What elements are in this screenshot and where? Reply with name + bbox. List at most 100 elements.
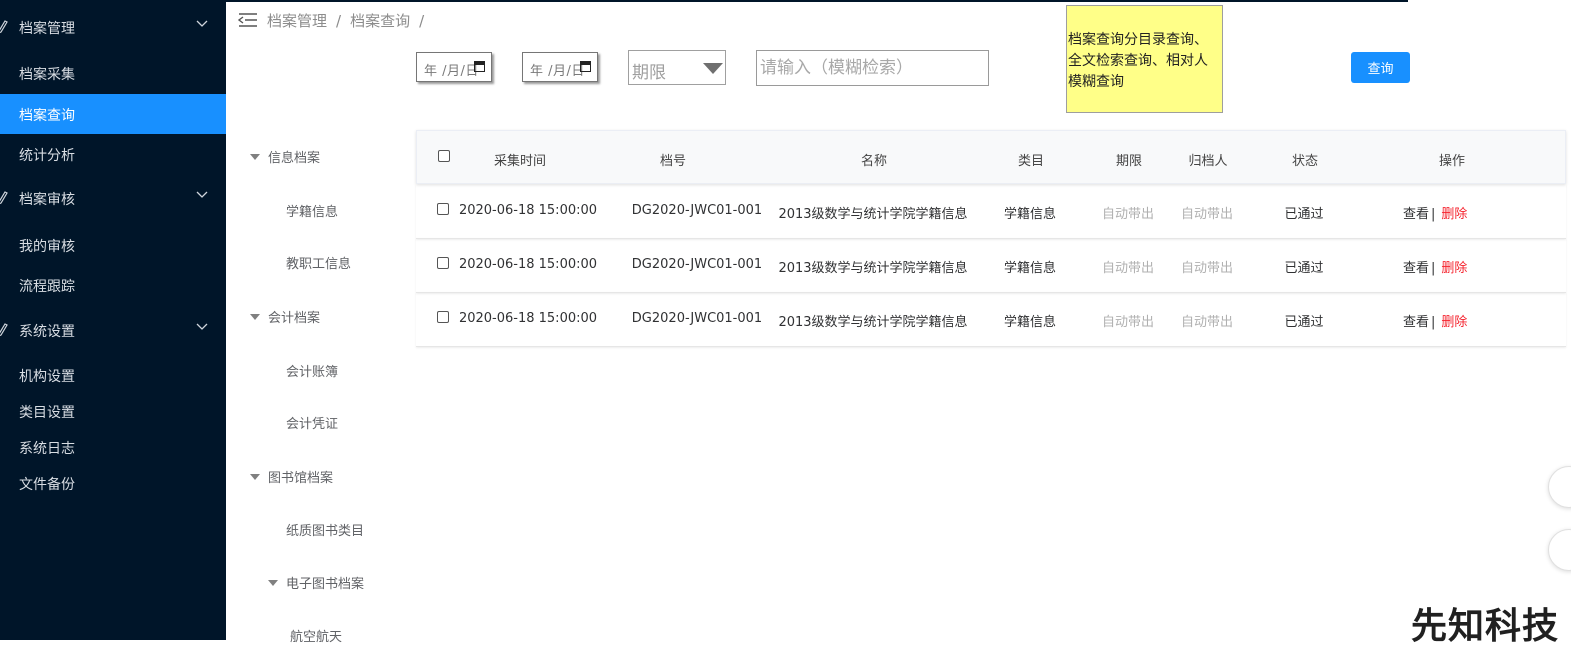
category: 学籍信息	[1003, 207, 1057, 222]
period: 自动带出	[1101, 315, 1155, 330]
view-link[interactable]: 查看	[1403, 207, 1429, 222]
view-link[interactable]: 查看	[1403, 315, 1429, 330]
table-row: 2020-06-18 15:00:00 DG2020-JWC01-001 201…	[416, 238, 1566, 293]
collect-time: 2020-06-18 15:00:00	[458, 311, 598, 326]
column-header: 状态	[1291, 154, 1319, 169]
archiver: 自动带出	[1180, 261, 1234, 276]
action-separator: |	[1431, 207, 1436, 222]
sidebar-item-process-tracking[interactable]: 流程跟踪	[0, 265, 226, 305]
row-actions: 查看 | 删除	[1403, 257, 1467, 276]
caret-down-icon[interactable]	[268, 580, 278, 586]
menu-fold-icon[interactable]	[237, 12, 258, 28]
collect-time: 2020-06-18 15:00:00	[458, 257, 598, 272]
row-checkbox[interactable]	[437, 257, 449, 269]
delete-link[interactable]: 删除	[1441, 207, 1467, 222]
status: 已通过	[1284, 261, 1324, 276]
sidebar: 档案管理 档案采集 档案查询 统计分析 档案审核 我的审核 流程跟踪 系统设置 …	[0, 0, 226, 640]
tree-node-info-archive[interactable]: 信息档案	[250, 147, 320, 166]
tree-node-ebook-archive[interactable]: 电子图书档案	[268, 573, 364, 592]
caret-down-icon[interactable]	[250, 474, 260, 480]
tree-node-paper-books[interactable]: 纸质图书类目	[286, 520, 364, 539]
action-separator: |	[1431, 315, 1436, 330]
top-border	[226, 0, 1408, 2]
column-header: 期限	[1115, 154, 1143, 169]
sidebar-item-archive-query[interactable]: 档案查询	[0, 94, 226, 134]
start-date-input[interactable]: 年 /月/日	[416, 52, 492, 82]
column-header: 档号	[659, 154, 687, 169]
table-row: 2020-06-18 15:00:00 DG2020-JWC01-001 201…	[416, 292, 1566, 347]
category: 学籍信息	[1003, 315, 1057, 330]
sidebar-item-category-settings[interactable]: 类目设置	[0, 391, 226, 431]
breadcrumb-item[interactable]: 档案查询	[350, 12, 410, 30]
tree-node-library-archive[interactable]: 图书馆档案	[250, 467, 333, 486]
chevron-down-icon	[196, 320, 208, 332]
menu-group-label: 档案管理	[19, 21, 75, 37]
floating-button[interactable]	[1548, 466, 1571, 508]
archive-name: 2013级数学与统计学院学籍信息	[778, 315, 968, 330]
sidebar-item-archive-collect[interactable]: 档案采集	[0, 53, 226, 93]
period: 自动带出	[1101, 207, 1155, 222]
row-checkbox[interactable]	[437, 203, 449, 215]
calendar-icon[interactable]	[474, 61, 485, 72]
row-actions: 查看 | 删除	[1403, 203, 1467, 222]
tree-node-accounting-archive[interactable]: 会计档案	[250, 307, 320, 326]
row-checkbox[interactable]	[437, 311, 449, 323]
tree-node-vouchers[interactable]: 会计凭证	[286, 413, 338, 432]
select-all-checkbox[interactable]	[438, 150, 450, 162]
tree-node-aerospace[interactable]: 航空航天	[290, 626, 342, 645]
column-header: 采集时间	[493, 154, 547, 169]
archive-code: DG2020-JWC01-001	[631, 257, 763, 272]
column-header: 操作	[1438, 154, 1466, 169]
archive-name: 2013级数学与统计学院学籍信息	[778, 261, 968, 276]
menu-group-system-settings[interactable]: 系统设置	[0, 310, 226, 350]
delete-link[interactable]: 删除	[1441, 261, 1467, 276]
delete-link[interactable]: 删除	[1441, 315, 1467, 330]
tree-node-staff-info[interactable]: 教职工信息	[286, 253, 351, 272]
search-input[interactable]	[756, 50, 989, 86]
breadcrumb-separator: /	[336, 12, 342, 30]
dropdown-arrow-icon	[703, 63, 723, 74]
column-header: 归档人	[1188, 154, 1228, 169]
action-separator: |	[1431, 261, 1436, 276]
caret-down-icon[interactable]	[250, 154, 260, 160]
breadcrumb-item[interactable]: 档案管理	[267, 12, 327, 30]
query-button[interactable]: 查询	[1351, 52, 1410, 83]
column-header: 类目	[1017, 154, 1045, 169]
calendar-icon[interactable]	[580, 61, 591, 72]
menu-group-label: 档案审核	[19, 192, 75, 208]
column-header: 名称	[860, 154, 888, 169]
menu-group-archive-review[interactable]: 档案审核	[0, 178, 226, 218]
sidebar-item-statistics[interactable]: 统计分析	[0, 134, 226, 174]
table-row: 2020-06-18 15:00:00 DG2020-JWC01-001 201…	[416, 184, 1566, 239]
sidebar-item-file-backup[interactable]: 文件备份	[0, 463, 226, 503]
sidebar-item-my-review[interactable]: 我的审核	[0, 225, 226, 265]
tree-node-student-records[interactable]: 学籍信息	[286, 201, 338, 220]
sidebar-item-system-log[interactable]: 系统日志	[0, 427, 226, 467]
archive-code: DG2020-JWC01-001	[631, 311, 763, 326]
chevron-down-icon	[196, 17, 208, 29]
chevron-down-icon	[196, 188, 208, 200]
status: 已通过	[1284, 315, 1324, 330]
caret-down-icon[interactable]	[250, 314, 260, 320]
archiver: 自动带出	[1180, 315, 1234, 330]
archive-name: 2013级数学与统计学院学籍信息	[778, 207, 968, 222]
menu-group-archive-management[interactable]: 档案管理	[0, 7, 226, 47]
archiver: 自动带出	[1180, 207, 1234, 222]
table-header: 采集时间 档号 名称 类目 期限 归档人 状态 操作	[416, 130, 1566, 184]
period-select[interactable]: 期限	[628, 50, 726, 85]
end-date-input[interactable]: 年 /月/日	[522, 52, 598, 82]
tree-node-account-books[interactable]: 会计账簿	[286, 361, 338, 380]
archive-code: DG2020-JWC01-001	[631, 203, 763, 218]
annotation-note: 档案查询分目录查询、全文检索查询、相对人模糊查询	[1066, 5, 1223, 113]
category: 学籍信息	[1003, 261, 1057, 276]
edit-icon	[0, 189, 8, 205]
sidebar-item-org-settings[interactable]: 机构设置	[0, 355, 226, 395]
row-actions: 查看 | 删除	[1403, 311, 1467, 330]
floating-button[interactable]	[1548, 529, 1571, 571]
edit-icon	[0, 18, 8, 34]
period: 自动带出	[1101, 261, 1155, 276]
view-link[interactable]: 查看	[1403, 261, 1429, 276]
menu-group-label: 系统设置	[19, 324, 75, 340]
watermark-logo: 先知科技	[1411, 606, 1560, 647]
collect-time: 2020-06-18 15:00:00	[458, 203, 598, 218]
